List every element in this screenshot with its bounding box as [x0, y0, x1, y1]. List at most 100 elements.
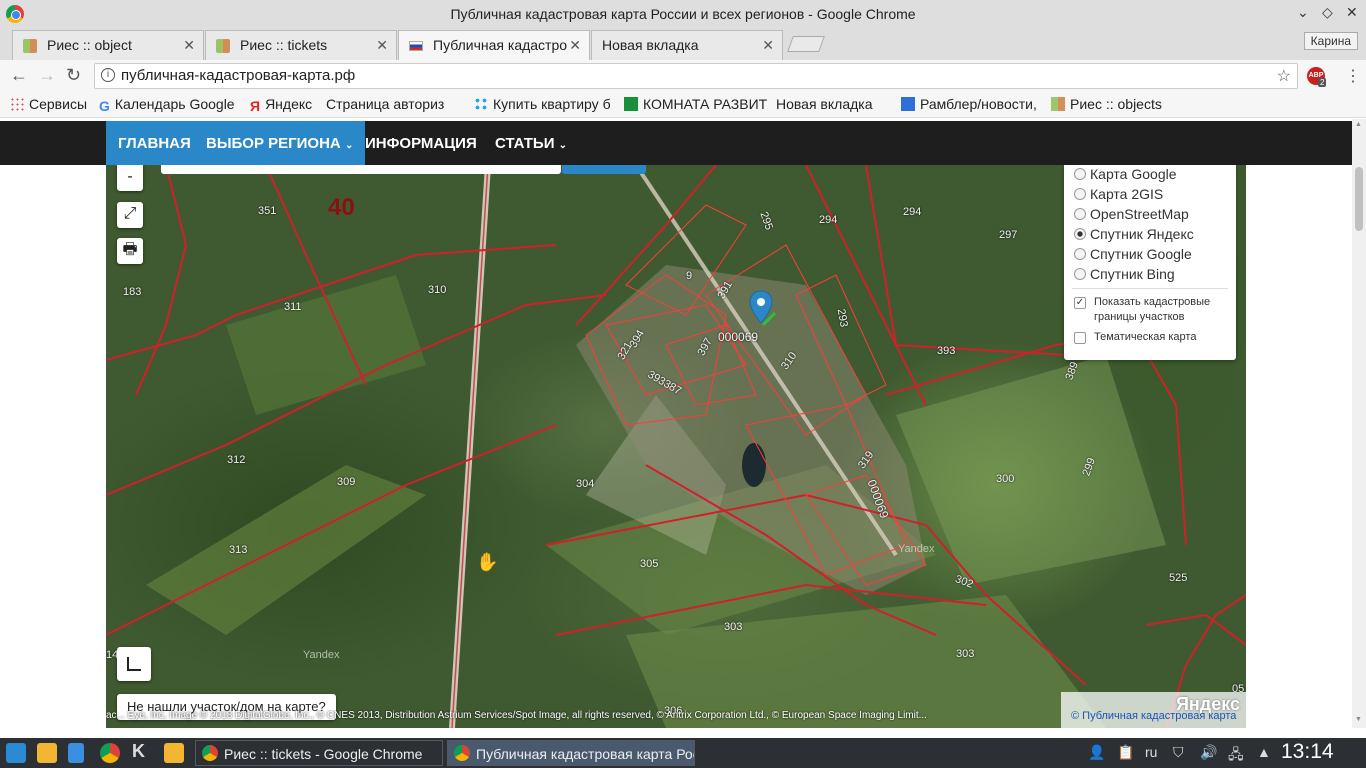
minimize-icon[interactable]: ⌄ [1297, 4, 1309, 21]
tab-strip: Риес :: object ✕ Риес :: tickets ✕ Публи… [0, 28, 1366, 60]
parcel-label: 9 [686, 270, 693, 282]
parcel-label: 304 [576, 478, 595, 490]
scrollbar-thumb[interactable] [1355, 167, 1363, 231]
print-icon[interactable]: 🖶 [117, 238, 143, 264]
document-icon[interactable] [68, 743, 84, 763]
bookmark-buy-flat[interactable]: Купить квартиру б [474, 96, 611, 112]
cadastral-block-number: 40 [328, 194, 355, 221]
address-bar[interactable]: i публичная-кадастровая-карта.рф ☆ [94, 63, 1298, 89]
window-titlebar: Публичная кадастровая карта России и все… [0, 0, 1366, 28]
parcel-label: 312 [227, 454, 246, 466]
bookmark-label: Купить квартиру б [493, 96, 611, 112]
layer-option-bing-satellite[interactable]: Спутник Bing [1074, 266, 1175, 282]
keyboard-layout[interactable]: ru [1145, 744, 1157, 760]
bookmark-services[interactable]: Сервисы [10, 96, 87, 112]
zoom-out-button[interactable]: - [117, 165, 143, 191]
site-navigation: ГЛАВНАЯ ВЫБОР РЕГИОНА ⌄ ИНФОРМАЦИЯ СТАТЬ… [0, 121, 1352, 165]
layer-option-2gis[interactable]: Карта 2GIS [1074, 186, 1163, 202]
shield-icon[interactable]: ⛉ [1173, 744, 1184, 761]
map-copyright: ac... Eye, Inc, Image © 2018 DigitalGlob… [106, 710, 927, 721]
reload-icon[interactable]: ↻ [66, 65, 81, 86]
page-scrollbar[interactable]: ▲ ▼ [1352, 119, 1366, 728]
browser-toolbar: ← → ↻ i публичная-кадастровая-карта.рф ☆… [0, 60, 1366, 92]
parcel-label: 310 [428, 284, 447, 296]
new-tab-button[interactable] [787, 36, 825, 52]
tab-close-icon[interactable]: ✕ [762, 37, 774, 54]
nav-home[interactable]: ГЛАВНАЯ [106, 121, 203, 165]
scroll-down-icon[interactable]: ▼ [1355, 716, 1362, 723]
parcel-label: 525 [1169, 572, 1188, 584]
file-manager-icon[interactable] [6, 743, 26, 763]
taskbar-window-tickets[interactable]: Риес :: tickets - Google Chrome [195, 740, 443, 766]
tab-label: Риес :: object [47, 37, 132, 53]
close-window-icon[interactable]: ✕ [1346, 4, 1358, 21]
nav-info[interactable]: ИНФОРМАЦИЯ [353, 121, 489, 165]
tab-label: Новая вкладка [602, 37, 699, 53]
adblock-count-badge: 2 [1318, 78, 1327, 87]
checkbox-label: Тематическая карта [1094, 331, 1197, 343]
layer-label: OpenStreetMap [1090, 206, 1189, 222]
tab-new-tab[interactable]: Новая вкладка ✕ [591, 30, 783, 60]
checkbox-label: Показать кадастровые границы участков [1094, 296, 1211, 323]
bookmark-new-tab[interactable]: Новая вкладка [776, 96, 873, 229]
map-search-input[interactable] [161, 165, 561, 174]
scroll-up-icon[interactable]: ▲ [1355, 121, 1362, 128]
tab-close-icon[interactable]: ✕ [376, 37, 388, 54]
map-search-button[interactable] [562, 165, 646, 174]
tab-riesobject[interactable]: Риес :: object ✕ [12, 30, 204, 60]
tab-cadastral-map[interactable]: Публичная кадастро ✕ [398, 30, 590, 60]
layer-option-google-map[interactable]: Карта Google [1074, 166, 1177, 182]
clipboard-icon[interactable]: 📋 [1117, 744, 1134, 761]
layer-option-google-satellite[interactable]: Спутник Google [1074, 246, 1192, 262]
notes-icon[interactable] [164, 743, 184, 763]
ruler-tool-button[interactable] [117, 647, 151, 681]
attribution-link[interactable]: © Публичная кадастровая карта [1071, 710, 1236, 722]
bookmark-label: Сервисы [29, 96, 88, 112]
tab-close-icon[interactable]: ✕ [183, 37, 195, 54]
parcel-label: 313 [229, 544, 248, 556]
bookmark-label: Страница авториз [326, 96, 445, 112]
taskbar-window-label: Публичная кадастровая карта Рос [476, 746, 695, 762]
taskbar-window-cadastral[interactable]: Публичная кадастровая карта Рос [447, 740, 695, 766]
user-icon[interactable]: 👤 [1088, 744, 1105, 761]
profile-button[interactable]: Карина [1303, 32, 1358, 50]
show-cadastral-checkbox[interactable]: ✓ Показать кадастровые границы участков [1074, 295, 1224, 325]
bookmark-star-icon[interactable]: ☆ [1277, 66, 1291, 86]
bookmark-room[interactable]: КОМНАТА РАЗВИТ [624, 96, 767, 112]
folder-icon[interactable] [37, 743, 57, 763]
map-marker-icon[interactable] [749, 289, 779, 333]
chrome-menu-icon[interactable]: ⋮ [1345, 66, 1361, 86]
bookmark-google-calendar[interactable]: G Календарь Google [99, 96, 235, 114]
bookmark-ries-objects[interactable]: Риес :: objects [1051, 96, 1162, 112]
network-icon[interactable]: 🖧 [1228, 744, 1244, 768]
tray-expand-icon[interactable]: ▲ [1257, 744, 1271, 760]
bookmark-yandex[interactable]: Я Яндекс [250, 96, 312, 114]
kde-icon[interactable]: K [132, 741, 152, 761]
cadastral-map[interactable]: 351 183 311 310 312 309 313 304 305 303 … [106, 165, 1246, 728]
forward-arrow-icon[interactable]: → [38, 65, 56, 86]
bookmark-rambler[interactable]: Рамблер/новости, [901, 96, 1037, 112]
bookmark-auth-page[interactable]: Страница авториз [326, 96, 445, 229]
fullscreen-icon[interactable]: ⤢ [117, 202, 143, 228]
info-icon[interactable]: i [101, 68, 115, 82]
thematic-map-checkbox[interactable]: Тематическая карта [1074, 330, 1224, 345]
layer-label: Спутник Google [1090, 246, 1192, 262]
parcel-label: 294 [819, 214, 838, 226]
yandex-watermark: Yandex [303, 649, 340, 661]
nav-region[interactable]: ВЫБОР РЕГИОНА ⌄ [194, 121, 366, 165]
chrome-launcher-icon[interactable] [100, 743, 120, 763]
apps-icon [10, 97, 24, 111]
parcel-label: 309 [337, 476, 356, 488]
tab-close-icon[interactable]: ✕ [569, 37, 581, 54]
layer-option-osm[interactable]: OpenStreetMap [1074, 206, 1189, 222]
tab-riestickets[interactable]: Риес :: tickets ✕ [205, 30, 397, 60]
yandex-watermark: Yandex [898, 543, 935, 555]
maximize-icon[interactable]: ◇ [1322, 4, 1333, 21]
volume-icon[interactable]: 🔊 [1200, 744, 1217, 761]
back-arrow-icon[interactable]: ← [10, 65, 28, 86]
layer-option-yandex-satellite[interactable]: Спутник Яндекс [1074, 226, 1194, 242]
clock[interactable]: 13:14 [1281, 740, 1334, 764]
ries-favicon-icon [1051, 97, 1065, 111]
layer-divider [1072, 288, 1228, 289]
nav-articles[interactable]: СТАТЬИ ⌄ [483, 121, 579, 165]
